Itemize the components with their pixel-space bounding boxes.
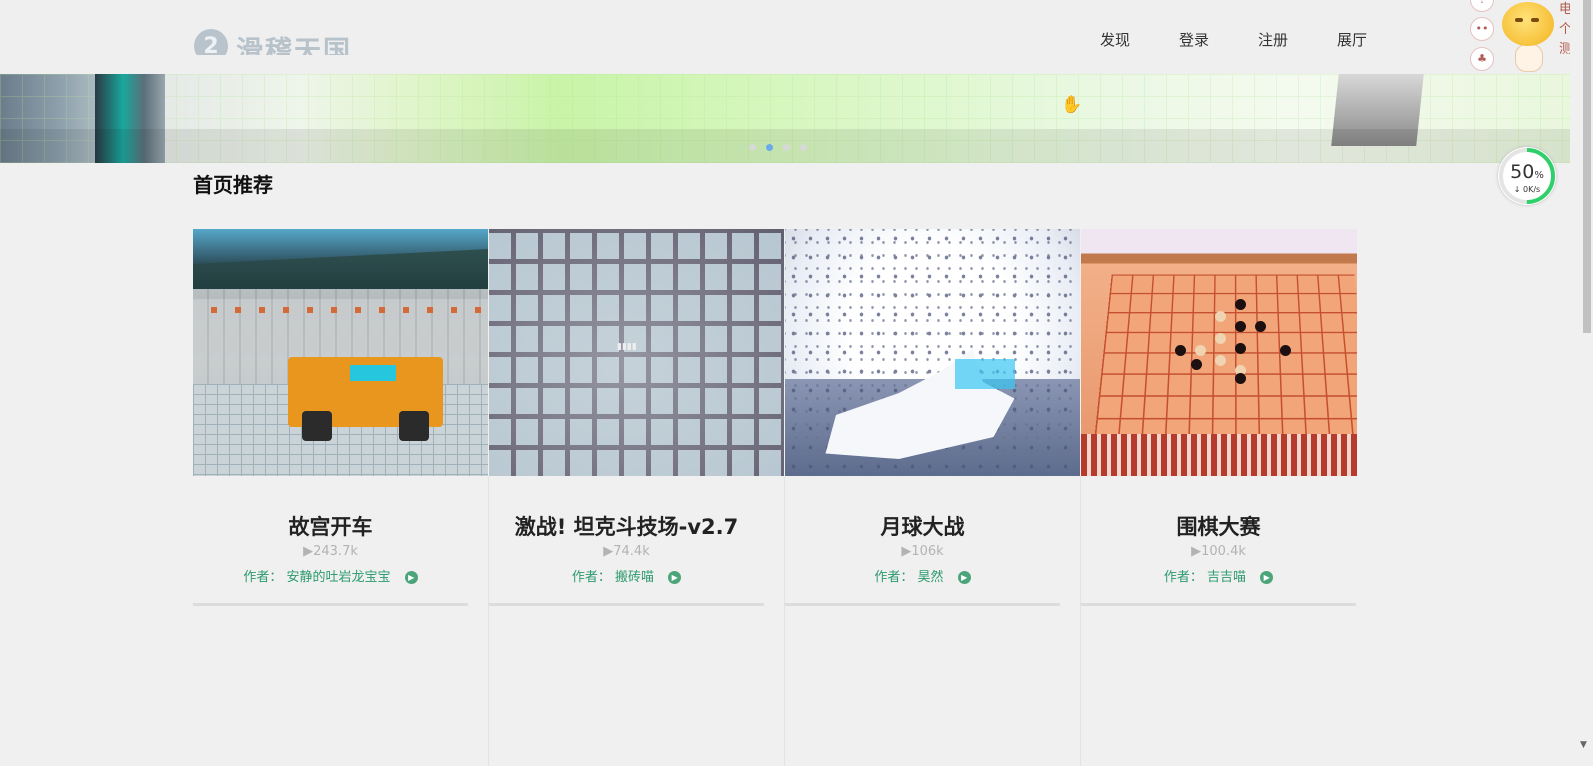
author-label: 作者： xyxy=(571,570,611,585)
mascot-body xyxy=(1515,44,1543,72)
author-label: 作者： xyxy=(874,570,914,585)
game-thumbnail[interactable] xyxy=(1081,229,1357,476)
white-stone xyxy=(1215,333,1226,344)
game-title[interactable]: 围棋大赛 xyxy=(1081,511,1356,541)
section-title: 首页推荐 xyxy=(193,173,273,197)
logo-mark-icon: 2 xyxy=(194,29,228,55)
arrow-right-icon[interactable]: ▶ xyxy=(1260,571,1274,584)
author-label: 作者： xyxy=(1163,570,1203,585)
scroll-down-icon[interactable]: ▼ xyxy=(1580,740,1587,750)
author-line: 作者： 昊然 ▶ xyxy=(785,566,1060,585)
game-card: 围棋大赛 ▶100.4k 作者： 吉吉喵 ▶ xyxy=(1081,229,1357,759)
thumb-glow xyxy=(955,359,1015,389)
black-stone xyxy=(1235,321,1246,332)
black-stone xyxy=(1280,345,1291,356)
author-line: 作者： 吉吉喵 ▶ xyxy=(1081,566,1356,585)
carousel-dot[interactable] xyxy=(749,144,756,151)
black-stone xyxy=(1235,299,1246,310)
black-stone xyxy=(1255,321,1266,332)
game-card: ▮▮▮▮ 激战! 坦克斗技场-v2.7 ▶74.4k 作者： 搬砖喵 ▶ xyxy=(489,229,785,766)
carousel-dot[interactable] xyxy=(800,144,807,151)
card-bottom-bar xyxy=(1081,603,1356,606)
black-stone xyxy=(1235,373,1246,384)
carousel-dot[interactable] xyxy=(783,144,790,151)
arrow-right-icon[interactable]: ▶ xyxy=(957,571,971,584)
thumb-fog xyxy=(489,229,784,476)
thumb-jeep-window xyxy=(350,365,396,381)
game-title[interactable]: 月球大战 xyxy=(785,511,1060,541)
logo-text: 滑稽天国 xyxy=(236,35,352,56)
author-name[interactable]: 安静的吐岩龙宝宝 xyxy=(287,570,391,585)
game-thumbnail[interactable]: ▮▮▮▮ xyxy=(489,229,784,476)
nav-login[interactable]: 登录 xyxy=(1179,29,1258,50)
play-count: ▶74.4k xyxy=(603,544,650,559)
black-stone xyxy=(1175,345,1186,356)
game-thumbnail[interactable] xyxy=(193,229,488,476)
mascot-eye xyxy=(1531,18,1539,22)
nav-discover[interactable]: 发现 xyxy=(1100,29,1179,50)
game-thumbnail[interactable] xyxy=(785,229,1080,476)
black-stone xyxy=(1235,343,1246,354)
author-line: 作者： 安静的吐岩龙宝宝 ▶ xyxy=(193,566,468,585)
game-card: 故宫开车 ▶243.7k 作者： 安静的吐岩龙宝宝 ▶ xyxy=(193,229,489,766)
thumb-lanterns xyxy=(193,307,488,313)
carousel-dot-active[interactable] xyxy=(766,144,773,151)
black-stone xyxy=(1191,359,1202,370)
card-bottom-bar xyxy=(193,603,468,606)
speed-percent: 50% xyxy=(1498,161,1556,183)
hand-cursor-icon: ✋ xyxy=(1061,95,1083,115)
top-header: 2 滑稽天国 发现 登录 注册 展厅 xyxy=(0,0,1570,74)
scrollbar-thumb[interactable] xyxy=(1583,0,1591,333)
white-stone xyxy=(1215,311,1226,322)
mascot-widget[interactable] xyxy=(1497,0,1557,72)
card-bottom-bar xyxy=(489,603,764,606)
mascot-eye xyxy=(1515,18,1523,22)
thumb-jeep-wheel xyxy=(399,411,429,441)
arrow-right-icon[interactable]: ▶ xyxy=(404,571,418,584)
arrow-right-icon[interactable]: ▶ xyxy=(668,571,682,584)
thumb-jeep-wheel xyxy=(302,411,332,441)
author-name[interactable]: 搬砖喵 xyxy=(615,570,654,585)
nav-gallery[interactable]: 展厅 xyxy=(1337,29,1416,50)
game-title[interactable]: 激战! 坦克斗技场-v2.7 xyxy=(489,511,764,541)
thumb-jeep xyxy=(288,357,443,441)
play-count: ▶243.7k xyxy=(303,544,358,559)
play-count: ▶100.4k xyxy=(1191,544,1246,559)
side-text: 电个测 xyxy=(1559,2,1573,57)
main-nav: 发现 登录 注册 展厅 xyxy=(1100,29,1416,50)
play-count: ▶106k xyxy=(901,544,944,559)
speed-percent-unit: % xyxy=(1534,170,1544,181)
thumb-overlay-label: ▮▮▮▮ xyxy=(617,342,637,352)
author-label: 作者： xyxy=(243,570,283,585)
nav-register[interactable]: 注册 xyxy=(1258,29,1337,50)
card-bottom-bar xyxy=(785,603,1060,606)
author-name[interactable]: 吉吉喵 xyxy=(1207,570,1246,585)
network-speed-widget[interactable]: 50% ↓ 0K/s xyxy=(1498,147,1556,205)
speed-rate: ↓ 0K/s xyxy=(1513,185,1541,194)
white-stone xyxy=(1215,355,1226,366)
speed-percent-value: 50 xyxy=(1510,161,1535,183)
face-icon[interactable]: •• xyxy=(1470,17,1494,41)
carousel-dots xyxy=(749,144,807,151)
author-line: 作者： 搬砖喵 ▶ xyxy=(489,566,764,585)
site-logo[interactable]: 2 滑稽天国 xyxy=(194,29,352,55)
author-name[interactable]: 昊然 xyxy=(918,570,944,585)
game-card: 月球大战 ▶106k 作者： 昊然 ▶ xyxy=(785,229,1081,766)
white-stone xyxy=(1195,345,1206,356)
shirt-icon[interactable]: ♣ xyxy=(1470,47,1494,71)
mascot-face-icon xyxy=(1502,2,1554,46)
game-title[interactable]: 故宫开车 xyxy=(193,511,468,541)
thumb-board-border xyxy=(1081,434,1357,476)
